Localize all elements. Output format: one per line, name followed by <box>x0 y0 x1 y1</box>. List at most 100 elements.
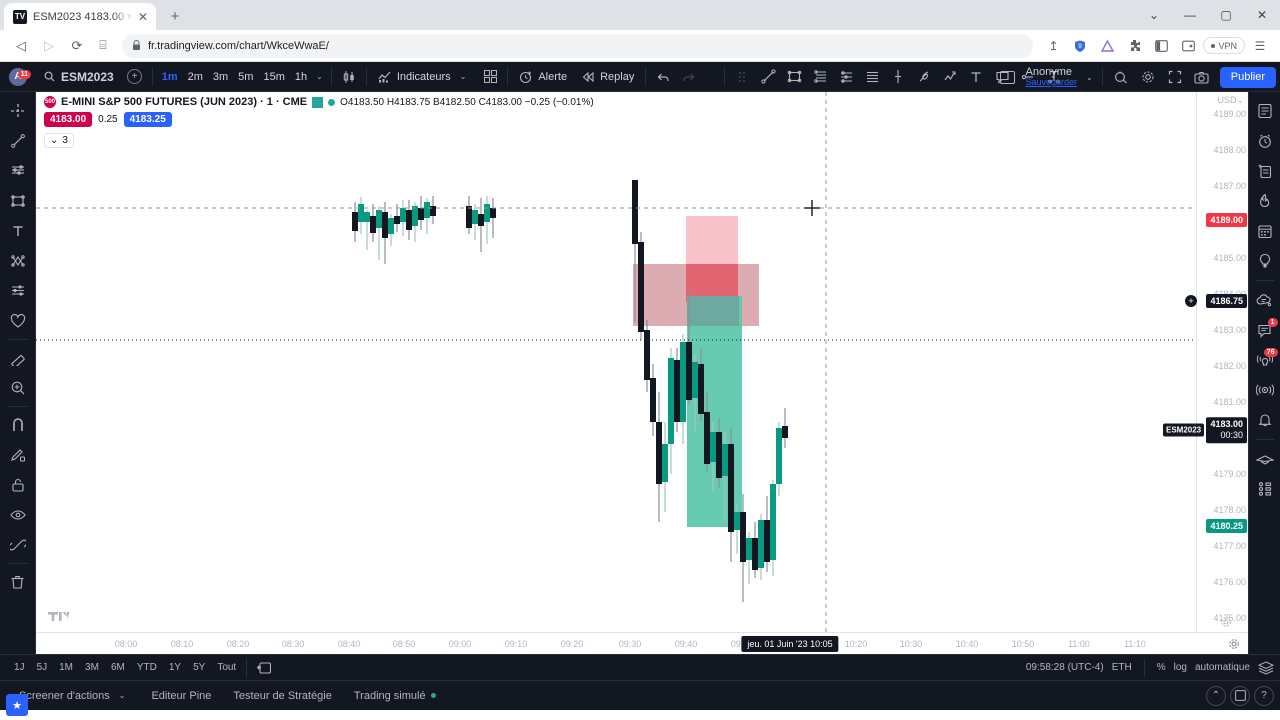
indicator-chip[interactable]: ⌄ 3 <box>44 133 74 148</box>
maximize-icon[interactable]: ▢ <box>1208 0 1244 30</box>
calendar-icon[interactable] <box>1251 216 1279 246</box>
reading-list-icon[interactable]: ⌸ <box>92 35 114 57</box>
broadcast-icon[interactable] <box>1251 375 1279 405</box>
long-position-overlap[interactable] <box>687 296 739 326</box>
settings-gear-icon[interactable] <box>1135 64 1161 90</box>
object-tree-icon[interactable] <box>1251 474 1279 504</box>
series-visibility-icon[interactable] <box>312 96 324 108</box>
notes-icon[interactable] <box>1251 156 1279 186</box>
chart-type-candles-icon[interactable] <box>336 64 362 90</box>
remove-drawings-tool[interactable] <box>3 567 33 597</box>
price-badge-4186.75[interactable]: 4186.75 <box>1206 294 1247 308</box>
long-position-icon[interactable] <box>885 64 911 90</box>
private-chat-icon[interactable]: 1 <box>1251 315 1279 345</box>
time-axis[interactable]: 08:00 08:10 08:20 08:30 08:40 08:50 09:00 09:10… <box>36 632 1248 654</box>
rectangle-icon[interactable] <box>781 64 807 90</box>
layout-icon[interactable] <box>995 64 1021 90</box>
chart-canvas[interactable]: 500 E-MINI S&P 500 FUTURES (JUN 2023) · … <box>36 92 1196 632</box>
timeframe-chevron-down-icon[interactable]: ⌄ <box>312 72 327 81</box>
replay-button[interactable]: Replay <box>574 64 641 90</box>
expand-panel-icon[interactable] <box>1230 685 1250 706</box>
watchlist-icon[interactable] <box>1251 96 1279 126</box>
legend-symbol-title[interactable]: E-MINI S&P 500 FUTURES (JUN 2023) · 1 · … <box>61 96 307 108</box>
panel-tab-chevron-down-icon[interactable]: ⌄ <box>115 691 130 700</box>
chat-cloud-icon[interactable] <box>1251 285 1279 315</box>
text-icon[interactable] <box>963 64 989 90</box>
price-axis[interactable]: USD⌄ 4189.004188.004187.004186.004185.00… <box>1163 92 1248 632</box>
extension-shield-icon[interactable]: 9 <box>1068 34 1092 58</box>
chevron-up-icon[interactable]: ⌃ <box>1206 685 1226 706</box>
new-tab-button[interactable]: + <box>162 3 188 29</box>
back-icon[interactable]: ◁ <box>8 33 34 59</box>
ask-price[interactable]: 4183.25 <box>123 112 172 127</box>
forward-icon[interactable]: ▷ <box>36 33 62 59</box>
close-tab-icon[interactable]: ✕ <box>138 11 148 23</box>
trading-panel-icon[interactable] <box>1251 444 1279 474</box>
account-chevron-down-icon[interactable]: ⌄ <box>1082 73 1097 82</box>
redo-icon[interactable] <box>676 64 702 90</box>
indicators-chevron-down-icon[interactable]: ⌄ <box>456 72 471 81</box>
timeframe-5m[interactable]: 5m <box>233 64 258 90</box>
range-1m[interactable]: 1M <box>53 658 79 678</box>
range-1y[interactable]: 1Y <box>163 658 187 678</box>
publish-button[interactable]: Publier <box>1219 66 1276 88</box>
pattern-tool[interactable] <box>3 246 33 276</box>
magnet-tool[interactable] <box>3 410 33 440</box>
save-layout-link[interactable]: Sauvegarder <box>1026 77 1078 87</box>
timeframe-1h[interactable]: 1h <box>290 64 312 90</box>
alerts-clock-icon[interactable] <box>1251 126 1279 156</box>
undo-icon[interactable] <box>650 64 676 90</box>
close-window-icon[interactable]: ✕ <box>1244 0 1280 30</box>
rectangle-tool[interactable] <box>3 186 33 216</box>
range-ytd[interactable]: YTD <box>131 658 163 678</box>
range-1j[interactable]: 1J <box>8 658 31 678</box>
panel-tab-testeur-de-strat-gie[interactable]: Testeur de Stratégie <box>222 683 342 709</box>
panel-tab-editeur-pine[interactable]: Editeur Pine <box>140 683 222 709</box>
bid-price[interactable]: 4183.00 <box>44 112 93 127</box>
hide-drawings-tool[interactable] <box>3 500 33 530</box>
camera-icon[interactable] <box>1189 64 1215 90</box>
measure-tool[interactable] <box>3 343 33 373</box>
log-scale-toggle[interactable]: log <box>1174 662 1187 673</box>
reload-icon[interactable]: ⟳ <box>64 33 90 59</box>
price-badge-4180.25[interactable]: 4180.25 <box>1206 519 1247 533</box>
layers-icon[interactable] <box>1258 660 1274 675</box>
puzzle-extension-icon[interactable] <box>1122 34 1146 58</box>
wallet-extension-icon[interactable] <box>1176 34 1200 58</box>
browser-tab[interactable]: TV ESM2023 4183.00 ▾ −0.18% Anon ✕ <box>4 3 156 30</box>
minimize-icon[interactable]: — <box>1172 0 1208 30</box>
brush-icon[interactable] <box>911 64 937 90</box>
drag-handle-icon[interactable] <box>729 64 755 90</box>
timeframe-15m[interactable]: 15m <box>258 64 289 90</box>
polyline-icon[interactable] <box>937 64 963 90</box>
timeframe-2m[interactable]: 2m <box>183 64 208 90</box>
fullscreen-icon[interactable] <box>1162 64 1188 90</box>
text-tool[interactable] <box>3 216 33 246</box>
symbol-search-button[interactable]: ESM2023 <box>36 64 122 90</box>
tab-search-chevron-icon[interactable]: ⌄ <box>1136 0 1172 30</box>
zoom-tool[interactable] <box>3 373 33 403</box>
browser-menu-icon[interactable]: ☰ <box>1248 34 1272 58</box>
indicators-button[interactable]: Indicateurs ⌄ <box>371 64 478 90</box>
sidebar-icon[interactable] <box>1149 34 1173 58</box>
favorites-star-button[interactable]: ★ <box>6 694 28 716</box>
address-bar[interactable]: fr.tradingview.com/chart/WkceWwaE/ <box>122 33 1034 58</box>
templates-grid-icon[interactable] <box>477 64 503 90</box>
price-badge-4189.00[interactable]: 4189.00 <box>1206 213 1247 227</box>
notifications-bell-icon[interactable] <box>1251 405 1279 435</box>
session-label[interactable]: ETH <box>1112 662 1132 673</box>
horizontal-lines-icon[interactable] <box>859 64 885 90</box>
add-symbol-button[interactable]: + <box>122 64 148 90</box>
range-5j[interactable]: 5J <box>31 658 54 678</box>
hotlist-flame-icon[interactable] <box>1251 186 1279 216</box>
price-badge-4183.00[interactable]: 4183.00 00:30 <box>1206 417 1247 443</box>
lock-drawings-tool[interactable] <box>3 470 33 500</box>
time-axis-settings-icon[interactable] <box>1228 638 1240 650</box>
horizontal-lines-tool[interactable] <box>3 156 33 186</box>
range-tout[interactable]: Tout <box>211 658 242 678</box>
date-range-picker-icon[interactable] <box>251 658 277 678</box>
clock-time[interactable]: 09:58:28 (UTC-4) <box>1026 662 1104 673</box>
timeframe-1m[interactable]: 1m <box>157 64 183 90</box>
timeframe-3m[interactable]: 3m <box>208 64 233 90</box>
drawing-mode-tool[interactable] <box>3 440 33 470</box>
